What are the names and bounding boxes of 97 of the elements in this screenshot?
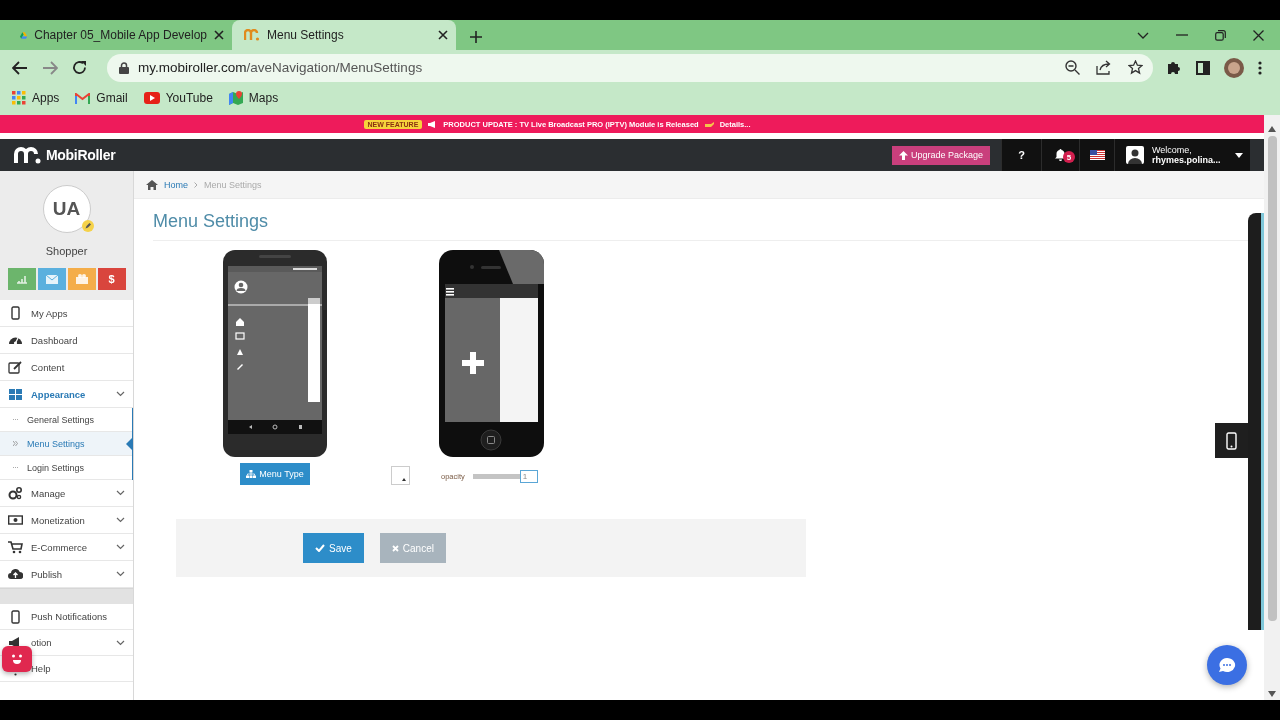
- cart-icon: [8, 540, 23, 554]
- sidebar-item[interactable]: E-Commerce: [0, 534, 133, 561]
- upgrade-package-button[interactable]: Upgrade Package: [891, 145, 990, 165]
- bookmark[interactable]: Apps: [12, 89, 60, 107]
- star-icon[interactable]: [1128, 60, 1143, 75]
- gears-icon: [8, 486, 23, 500]
- color-swatch[interactable]: [391, 466, 410, 485]
- breadcrumb-link[interactable]: Home: [164, 179, 188, 190]
- close-icon[interactable]: [438, 30, 448, 40]
- back-arrow-icon[interactable]: [12, 60, 28, 75]
- sidebar-item[interactable]: Dashboard: [0, 327, 133, 354]
- save-button[interactable]: Save: [303, 533, 364, 563]
- sidebar-item[interactable]: My Apps: [0, 300, 133, 327]
- up-arrow-icon: [898, 150, 908, 160]
- caret-icon: [1234, 152, 1243, 158]
- cloud-upload-icon: [8, 567, 23, 581]
- chevron-down-icon: [116, 490, 125, 496]
- sidebar-item[interactable]: Push Notifications: [0, 604, 133, 630]
- shortcut-tile[interactable]: [67, 268, 96, 290]
- money-icon: [8, 513, 23, 527]
- lock-icon: [119, 61, 129, 74]
- check-icon: [315, 544, 325, 552]
- restore-icon[interactable]: [1215, 29, 1226, 41]
- pencil-icon[interactable]: [81, 220, 94, 232]
- chevron-down-icon: [116, 639, 125, 646]
- url-text: my.mobiroller.com/aveNavigation/MenuSettings: [138, 60, 423, 75]
- notification-badge: 5: [1063, 151, 1075, 163]
- device-preview-button[interactable]: [1215, 423, 1248, 458]
- logo-icon: [14, 146, 42, 164]
- phone-icon: [8, 306, 23, 320]
- currency-tile[interactable]: $: [97, 268, 126, 290]
- share-icon[interactable]: [1096, 60, 1112, 75]
- browser-tab[interactable]: Menu Settings: [232, 20, 456, 50]
- shortcut-tile[interactable]: [7, 268, 36, 290]
- new-tab-button[interactable]: [470, 31, 482, 43]
- bookmark[interactable]: Maps: [228, 89, 279, 107]
- envelope-icon: [45, 274, 58, 284]
- bookmark[interactable]: Gmail: [75, 89, 128, 107]
- smiley-chat-button[interactable]: [2, 646, 32, 672]
- logo-text: MobiRoller: [46, 147, 116, 163]
- forward-arrow-icon[interactable]: [42, 60, 58, 75]
- puzzle-icon[interactable]: [1167, 60, 1182, 75]
- chevron-down-icon[interactable]: [1137, 31, 1149, 39]
- reload-icon[interactable]: [72, 60, 87, 75]
- chat-bubble-icon: [1218, 657, 1236, 673]
- profile-avatar-icon[interactable]: [1224, 57, 1244, 78]
- double-chevron-icon: [13, 441, 18, 446]
- chevron-right-icon: [194, 181, 198, 188]
- breadcrumb-current: Menu Settings: [204, 179, 262, 190]
- menu-type-button[interactable]: Menu Type: [240, 463, 310, 485]
- gift-icon: [75, 274, 88, 284]
- home-icon[interactable]: [146, 179, 158, 190]
- profile-name: Shopper: [45, 245, 88, 257]
- sitemap-icon: [246, 470, 257, 478]
- play-icon: [143, 92, 160, 104]
- close-icon: [391, 544, 399, 552]
- submenu-item[interactable]: Login Settings: [0, 456, 132, 480]
- zoom-out-icon[interactable]: [1065, 60, 1080, 75]
- mail-icon: [75, 92, 91, 104]
- phone-icon: [1226, 431, 1237, 450]
- opacity-slider[interactable]: [472, 474, 523, 479]
- flag-icon[interactable]: [1089, 150, 1105, 160]
- address-bar[interactable]: my.mobiroller.com/aveNavigation/MenuSettings: [107, 53, 1153, 82]
- chevron-down-icon: [116, 391, 125, 397]
- bookmark[interactable]: YouTube: [143, 89, 213, 107]
- scrollbar-thumb[interactable]: [1267, 136, 1277, 621]
- close-icon[interactable]: [1253, 29, 1264, 41]
- profile-avatar: UA: [42, 185, 91, 233]
- bar-chart-icon: [15, 274, 28, 284]
- scroll-up-icon[interactable]: [1268, 126, 1276, 132]
- grid-icon: [8, 387, 23, 401]
- phone-icon: [8, 609, 23, 624]
- more-menu-icon[interactable]: [1258, 60, 1262, 75]
- side-panel-icon[interactable]: [1196, 60, 1210, 75]
- chevron-down-icon: [116, 571, 125, 577]
- scroll-down-icon[interactable]: [1268, 691, 1276, 697]
- user-avatar-icon: [1126, 146, 1144, 164]
- opacity-value-field[interactable]: 1: [519, 470, 538, 483]
- chevron-down-icon: [116, 544, 125, 550]
- close-icon[interactable]: [214, 30, 224, 40]
- edit-icon: [8, 360, 23, 374]
- sidebar-item[interactable]: Content: [0, 354, 133, 381]
- logo-icon: [244, 29, 260, 41]
- chevron-down-icon: [116, 517, 125, 523]
- smiley-icon: [9, 653, 25, 665]
- pointing-hand-icon: [704, 120, 714, 128]
- megaphone-icon: [428, 120, 438, 128]
- map-pin-icon: [228, 90, 243, 106]
- bell-icon[interactable]: [1055, 149, 1066, 161]
- sidebar-item[interactable]: Appearance: [0, 381, 133, 408]
- grid-icon: [12, 91, 26, 105]
- welcome-text: Welcome, rhymes.polina...: [1152, 145, 1221, 165]
- browser-tab[interactable]: Chapter 05_Mobile App Develop: [8, 20, 232, 50]
- sidebar-item[interactable]: Manage: [0, 480, 133, 507]
- shortcut-tile[interactable]: [37, 268, 66, 290]
- submenu-item[interactable]: Menu Settings: [0, 432, 132, 456]
- sidebar-item[interactable]: Monetization: [0, 507, 133, 534]
